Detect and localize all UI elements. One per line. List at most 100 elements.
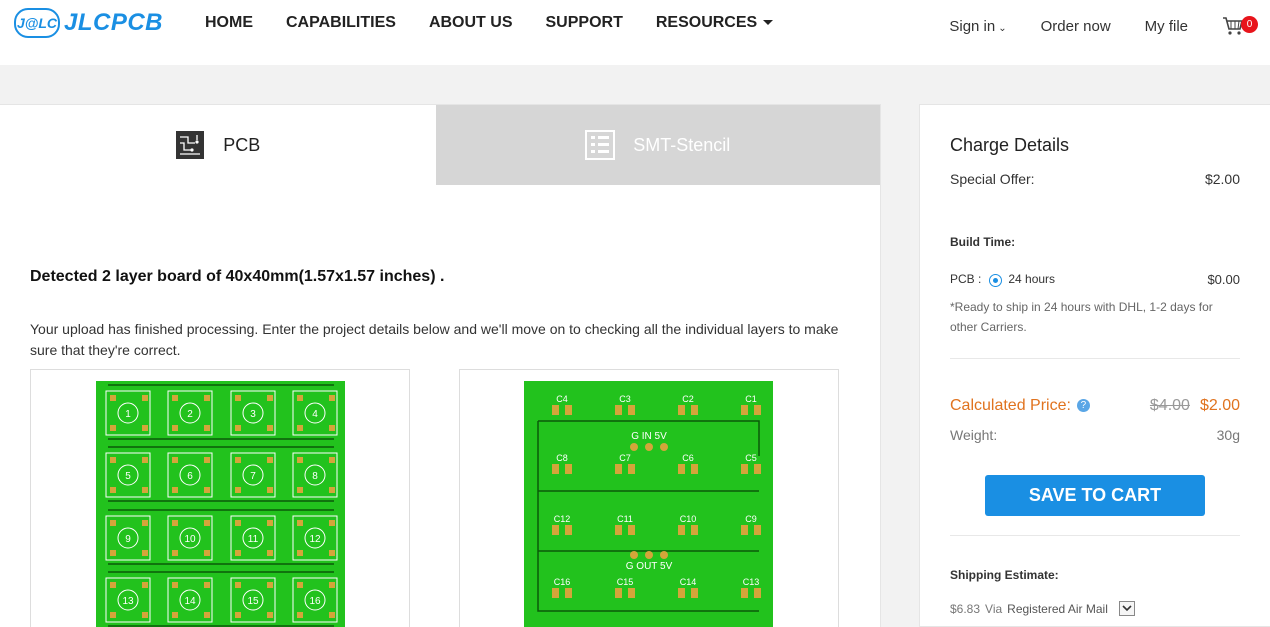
tab-smt-stencil[interactable]: SMT-Stencil bbox=[435, 105, 880, 185]
pad bbox=[297, 425, 303, 431]
pad bbox=[235, 487, 241, 493]
pad-label: 2 bbox=[187, 409, 193, 420]
pad-label: 9 bbox=[125, 534, 131, 545]
tab-pcb-label: PCB bbox=[223, 134, 261, 155]
pad bbox=[110, 550, 116, 556]
radio-24-hours[interactable] bbox=[989, 273, 1003, 287]
capacitor-label: C15 bbox=[617, 577, 634, 587]
sign-in-link[interactable]: Sign in ⌄ bbox=[949, 18, 1006, 35]
pad bbox=[204, 425, 210, 431]
original-price: $4.00 bbox=[1149, 397, 1190, 414]
preview-top-layer: 1 2 3 4 5 6 7 8 9 10 11 12 13 14 15 16 bbox=[30, 369, 410, 627]
pad-label: 16 bbox=[309, 596, 321, 607]
weight-label: Weight: bbox=[950, 427, 998, 443]
pad bbox=[142, 582, 148, 588]
tab-pcb[interactable]: PCB bbox=[0, 105, 436, 185]
pad bbox=[329, 550, 335, 556]
capacitor-pad bbox=[552, 464, 559, 474]
pad-label: 7 bbox=[250, 471, 256, 482]
pad bbox=[267, 582, 273, 588]
pad bbox=[110, 457, 116, 463]
capacitor-label: C16 bbox=[554, 577, 571, 587]
capacitor-pad bbox=[754, 525, 761, 535]
pad bbox=[297, 395, 303, 401]
calculated-price-row: Calculated Price:? $4.00 $2.00 bbox=[950, 397, 1240, 415]
save-to-cart-button[interactable]: SAVE TO CART bbox=[985, 475, 1205, 516]
capacitor-pad bbox=[678, 525, 685, 535]
capacitor-label: C4 bbox=[556, 394, 568, 404]
shipping-method-dropdown[interactable] bbox=[1118, 601, 1135, 616]
pad bbox=[329, 612, 335, 618]
jlcpcb-logo[interactable]: J@LC JLCPCB bbox=[14, 8, 163, 38]
pad bbox=[110, 395, 116, 401]
calculated-price-label: Calculated Price: bbox=[950, 397, 1071, 414]
pad bbox=[172, 612, 178, 618]
pad bbox=[172, 457, 178, 463]
power-in-pad bbox=[660, 443, 668, 451]
pad-label: 6 bbox=[187, 471, 193, 482]
pad bbox=[172, 550, 178, 556]
pad bbox=[142, 395, 148, 401]
special-offer-label: Special Offer: bbox=[950, 171, 1035, 187]
capacitor-label: C2 bbox=[682, 394, 694, 404]
power-in-pad bbox=[630, 443, 638, 451]
pad bbox=[110, 520, 116, 526]
capacitor-pad bbox=[754, 405, 761, 415]
pad bbox=[142, 425, 148, 431]
shipping-price: $6.83 bbox=[950, 601, 981, 616]
pad-label: 14 bbox=[184, 596, 196, 607]
order-now-link[interactable]: Order now bbox=[1041, 18, 1111, 35]
divider bbox=[950, 358, 1240, 359]
calculated-price: $2.00 bbox=[1199, 397, 1240, 414]
capacitor-pad bbox=[615, 464, 622, 474]
help-icon[interactable]: ? bbox=[1076, 399, 1090, 413]
build-time-pcb-option[interactable]: PCB : 24 hours bbox=[950, 272, 1055, 287]
capacitor-pad bbox=[754, 588, 761, 598]
pad bbox=[267, 457, 273, 463]
pad bbox=[235, 425, 241, 431]
tab-smt-label: SMT-Stencil bbox=[633, 134, 731, 155]
pad bbox=[204, 395, 210, 401]
pad bbox=[235, 395, 241, 401]
nav-support[interactable]: SUPPORT bbox=[546, 14, 623, 32]
my-file-link[interactable]: My file bbox=[1145, 18, 1188, 35]
capacitor-pad bbox=[741, 405, 748, 415]
capacitor-label: C3 bbox=[619, 394, 631, 404]
capacitor-pad bbox=[552, 588, 559, 598]
pad bbox=[329, 487, 335, 493]
nav-home[interactable]: HOME bbox=[205, 14, 253, 32]
pad bbox=[297, 612, 303, 618]
cart-count-badge: 0 bbox=[1241, 16, 1258, 33]
caret-down-icon bbox=[763, 20, 774, 26]
pcb-board-top: 1 2 3 4 5 6 7 8 9 10 11 12 13 14 15 16 bbox=[96, 381, 345, 627]
pad bbox=[297, 582, 303, 588]
pad bbox=[267, 395, 273, 401]
shipping-method: Registered Air Mail bbox=[1007, 601, 1108, 616]
nav-resources[interactable]: RESOURCES bbox=[655, 14, 774, 32]
capacitor-pad bbox=[552, 405, 559, 415]
capacitor-pad bbox=[741, 464, 748, 474]
main-menu: HOME CAPABILITIES ABOUT US SUPPORT RESOU… bbox=[205, 14, 806, 32]
build-time-pcb-row: PCB : 24 hours $0.00 bbox=[950, 272, 1240, 287]
cart-button[interactable]: 0 bbox=[1222, 16, 1258, 36]
capacitor-label: C11 bbox=[617, 514, 633, 524]
pad bbox=[142, 457, 148, 463]
power-out-label: G OUT 5V bbox=[626, 561, 673, 572]
pcb-build-price: $0.00 bbox=[1207, 272, 1240, 287]
nav-about-us[interactable]: ABOUT US bbox=[429, 14, 513, 32]
pad-label: 10 bbox=[184, 534, 196, 545]
shipping-estimate-label: Shipping Estimate: bbox=[950, 568, 1059, 582]
sign-in-label: Sign in bbox=[949, 17, 996, 35]
pad-label: 13 bbox=[122, 596, 134, 607]
capacitor-label: C6 bbox=[682, 453, 694, 463]
capacitor-pad bbox=[628, 525, 635, 535]
capacitor-pad bbox=[615, 525, 622, 535]
pad bbox=[204, 582, 210, 588]
nav-capabilities[interactable]: CAPABILITIES bbox=[286, 14, 396, 32]
capacitor-pad bbox=[691, 588, 698, 598]
capacitor-label: C5 bbox=[745, 453, 757, 463]
nav-resources-label: RESOURCES bbox=[655, 14, 758, 31]
capacitor-label: C8 bbox=[556, 453, 568, 463]
pad-label: 11 bbox=[248, 534, 259, 545]
pad bbox=[172, 395, 178, 401]
